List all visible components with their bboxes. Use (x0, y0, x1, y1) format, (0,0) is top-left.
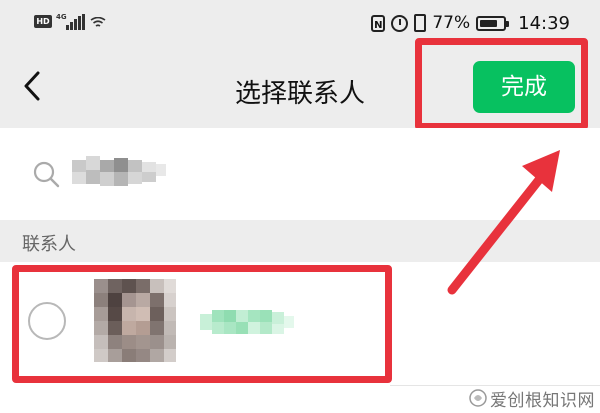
battery-icon (476, 15, 510, 31)
watermark-logo-icon (469, 389, 487, 407)
battery-percent: 77% (432, 13, 471, 33)
nfc-icon: N (371, 14, 386, 32)
annotation-arrow-icon (447, 150, 560, 295)
search-input-redacted[interactable] (72, 156, 172, 190)
watermark-text: 爱创根知识网 (490, 391, 595, 411)
section-label-contacts: 联系人 (22, 234, 76, 255)
alarm-icon (391, 14, 409, 32)
search-icon (33, 161, 60, 188)
wifi-icon (90, 17, 106, 27)
status-right-group: N 77% 14:39 (365, 10, 570, 36)
vibrate-icon (414, 14, 427, 32)
clock: 14:39 (518, 12, 570, 34)
done-button-highlight-box (415, 38, 588, 130)
hd-icon: HD (34, 15, 52, 28)
signal-icon (66, 14, 85, 30)
contact-row-highlight-box (12, 265, 392, 383)
